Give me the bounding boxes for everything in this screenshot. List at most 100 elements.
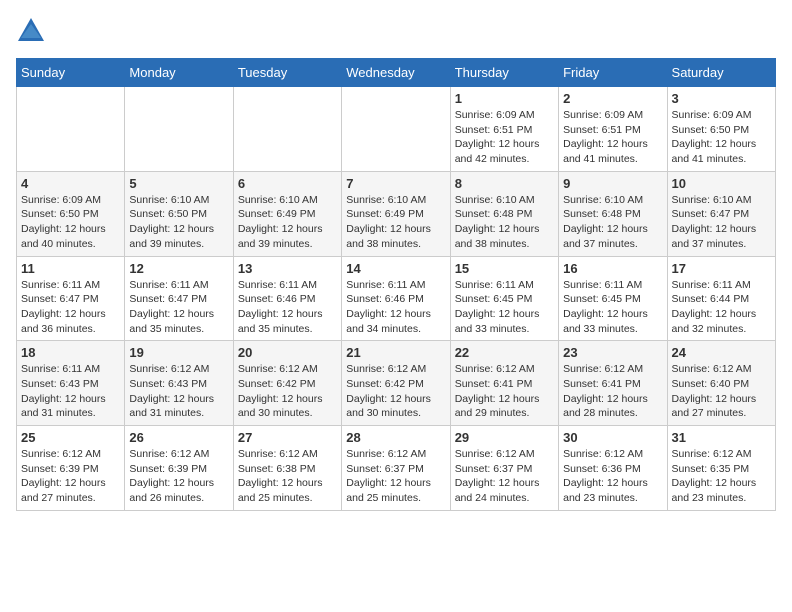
- calendar-cell: 8 Sunrise: 6:10 AM Sunset: 6:48 PM Daylig…: [450, 171, 558, 256]
- calendar-cell: 11 Sunrise: 6:11 AM Sunset: 6:47 PM Dayli…: [17, 256, 125, 341]
- calendar-cell: 29 Sunrise: 6:12 AM Sunset: 6:37 PM Dayli…: [450, 426, 558, 511]
- calendar-cell: 25 Sunrise: 6:12 AM Sunset: 6:39 PM Dayli…: [17, 426, 125, 511]
- day-number: 16: [563, 261, 662, 276]
- day-info: Sunrise: 6:10 AM Sunset: 6:47 PM Dayligh…: [672, 193, 771, 252]
- page-header: [16, 16, 776, 46]
- calendar-cell: 19Sunrise: 6:12 AM Sunset: 6:43 PM Dayli…: [125, 341, 233, 426]
- day-number: 10: [672, 176, 771, 191]
- day-info: Sunrise: 6:10 AM Sunset: 6:50 PM Dayligh…: [129, 193, 228, 252]
- logo: [16, 16, 50, 46]
- calendar-cell: 4 Sunrise: 6:09 AM Sunset: 6:50 PM Daylig…: [17, 171, 125, 256]
- calendar-cell: 12 Sunrise: 6:11 AM Sunset: 6:47 PM Dayli…: [125, 256, 233, 341]
- day-info: Sunrise: 6:11 AM Sunset: 6:45 PM Dayligh…: [563, 278, 662, 337]
- day-number: 22: [455, 345, 554, 360]
- calendar-cell: 31 Sunrise: 6:12 AM Sunset: 6:35 PM Dayli…: [667, 426, 775, 511]
- day-number: 28: [346, 430, 445, 445]
- calendar-cell: 18 Sunrise: 6:11 AM Sunset: 6:43 PM Dayli…: [17, 341, 125, 426]
- day-of-week-header: Thursday: [450, 59, 558, 87]
- day-of-week-header: Wednesday: [342, 59, 450, 87]
- day-number: 20: [238, 345, 337, 360]
- calendar-cell: [17, 87, 125, 172]
- day-info: Sunrise: 6:11 AM Sunset: 6:43 PM Dayligh…: [21, 362, 120, 421]
- day-number: 6: [238, 176, 337, 191]
- day-info: Sunrise: 6:10 AM Sunset: 6:49 PM Dayligh…: [238, 193, 337, 252]
- calendar-cell: 9 Sunrise: 6:10 AM Sunset: 6:48 PM Daylig…: [559, 171, 667, 256]
- calendar-cell: 16 Sunrise: 6:11 AM Sunset: 6:45 PM Dayli…: [559, 256, 667, 341]
- calendar-cell: 17 Sunrise: 6:11 AM Sunset: 6:44 PM Dayli…: [667, 256, 775, 341]
- day-number: 8: [455, 176, 554, 191]
- calendar-cell: 7 Sunrise: 6:10 AM Sunset: 6:49 PM Daylig…: [342, 171, 450, 256]
- day-number: 4: [21, 176, 120, 191]
- day-number: 2: [563, 91, 662, 106]
- calendar-cell: 21Sunrise: 6:12 AM Sunset: 6:42 PM Dayli…: [342, 341, 450, 426]
- day-number: 18: [21, 345, 120, 360]
- calendar-cell: [125, 87, 233, 172]
- day-number: 24: [672, 345, 771, 360]
- calendar-week-row: 11 Sunrise: 6:11 AM Sunset: 6:47 PM Dayli…: [17, 256, 776, 341]
- day-info: Sunrise: 6:12 AM Sunset: 6:37 PM Dayligh…: [455, 447, 554, 506]
- calendar-cell: 30 Sunrise: 6:12 AM Sunset: 6:36 PM Dayli…: [559, 426, 667, 511]
- day-number: 17: [672, 261, 771, 276]
- calendar-cell: 28Sunrise: 6:12 AM Sunset: 6:37 PM Dayli…: [342, 426, 450, 511]
- calendar-cell: 2 Sunrise: 6:09 AM Sunset: 6:51 PM Daylig…: [559, 87, 667, 172]
- calendar-cell: 20 Sunrise: 6:12 AM Sunset: 6:42 PM Dayli…: [233, 341, 341, 426]
- day-info: Sunrise: 6:12 AM Sunset: 6:39 PM Dayligh…: [21, 447, 120, 506]
- calendar-cell: 6 Sunrise: 6:10 AM Sunset: 6:49 PM Daylig…: [233, 171, 341, 256]
- day-info: Sunrise: 6:09 AM Sunset: 6:50 PM Dayligh…: [21, 193, 120, 252]
- day-number: 9: [563, 176, 662, 191]
- day-of-week-header: Tuesday: [233, 59, 341, 87]
- calendar-week-row: 1 Sunrise: 6:09 AM Sunset: 6:51 PM Daylig…: [17, 87, 776, 172]
- day-info: Sunrise: 6:11 AM Sunset: 6:47 PM Dayligh…: [21, 278, 120, 337]
- day-of-week-header: Friday: [559, 59, 667, 87]
- day-number: 12: [129, 261, 228, 276]
- day-info: Sunrise: 6:09 AM Sunset: 6:51 PM Dayligh…: [563, 108, 662, 167]
- day-info: Sunrise: 6:11 AM Sunset: 6:45 PM Dayligh…: [455, 278, 554, 337]
- calendar-cell: [342, 87, 450, 172]
- day-number: 23: [563, 345, 662, 360]
- day-info: Sunrise: 6:12 AM Sunset: 6:36 PM Dayligh…: [563, 447, 662, 506]
- day-info: Sunrise: 6:12 AM Sunset: 6:41 PM Dayligh…: [563, 362, 662, 421]
- day-info: Sunrise: 6:12 AM Sunset: 6:35 PM Dayligh…: [672, 447, 771, 506]
- day-number: 29: [455, 430, 554, 445]
- calendar-cell: 27 Sunrise: 6:12 AM Sunset: 6:38 PM Dayli…: [233, 426, 341, 511]
- day-info: Sunrise: 6:10 AM Sunset: 6:48 PM Dayligh…: [455, 193, 554, 252]
- day-info: Sunrise: 6:12 AM Sunset: 6:42 PM Dayligh…: [238, 362, 337, 421]
- calendar-table: SundayMondayTuesdayWednesdayThursdayFrid…: [16, 58, 776, 511]
- day-of-week-header: Sunday: [17, 59, 125, 87]
- calendar-cell: 13 Sunrise: 6:11 AM Sunset: 6:46 PM Dayli…: [233, 256, 341, 341]
- day-of-week-header: Monday: [125, 59, 233, 87]
- calendar-cell: 14Sunrise: 6:11 AM Sunset: 6:46 PM Dayli…: [342, 256, 450, 341]
- day-number: 21: [346, 345, 445, 360]
- day-number: 11: [21, 261, 120, 276]
- day-info: Sunrise: 6:12 AM Sunset: 6:39 PM Dayligh…: [129, 447, 228, 506]
- day-info: Sunrise: 6:10 AM Sunset: 6:49 PM Dayligh…: [346, 193, 445, 252]
- day-info: Sunrise: 6:09 AM Sunset: 6:51 PM Dayligh…: [455, 108, 554, 167]
- day-number: 19: [129, 345, 228, 360]
- day-number: 25: [21, 430, 120, 445]
- calendar-cell: 15 Sunrise: 6:11 AM Sunset: 6:45 PM Dayli…: [450, 256, 558, 341]
- day-number: 31: [672, 430, 771, 445]
- day-info: Sunrise: 6:12 AM Sunset: 6:40 PM Dayligh…: [672, 362, 771, 421]
- calendar-week-row: 18 Sunrise: 6:11 AM Sunset: 6:43 PM Dayli…: [17, 341, 776, 426]
- calendar-cell: 26Sunrise: 6:12 AM Sunset: 6:39 PM Dayli…: [125, 426, 233, 511]
- day-info: Sunrise: 6:11 AM Sunset: 6:47 PM Dayligh…: [129, 278, 228, 337]
- day-number: 7: [346, 176, 445, 191]
- day-number: 27: [238, 430, 337, 445]
- calendar-cell: [233, 87, 341, 172]
- day-number: 1: [455, 91, 554, 106]
- day-number: 30: [563, 430, 662, 445]
- day-number: 13: [238, 261, 337, 276]
- calendar-cell: 10 Sunrise: 6:10 AM Sunset: 6:47 PM Dayli…: [667, 171, 775, 256]
- day-number: 15: [455, 261, 554, 276]
- calendar-cell: 1 Sunrise: 6:09 AM Sunset: 6:51 PM Daylig…: [450, 87, 558, 172]
- calendar-week-row: 4 Sunrise: 6:09 AM Sunset: 6:50 PM Daylig…: [17, 171, 776, 256]
- day-info: Sunrise: 6:10 AM Sunset: 6:48 PM Dayligh…: [563, 193, 662, 252]
- day-of-week-header: Saturday: [667, 59, 775, 87]
- day-info: Sunrise: 6:11 AM Sunset: 6:44 PM Dayligh…: [672, 278, 771, 337]
- calendar-week-row: 25 Sunrise: 6:12 AM Sunset: 6:39 PM Dayli…: [17, 426, 776, 511]
- day-info: Sunrise: 6:11 AM Sunset: 6:46 PM Dayligh…: [238, 278, 337, 337]
- day-number: 5: [129, 176, 228, 191]
- day-info: Sunrise: 6:09 AM Sunset: 6:50 PM Dayligh…: [672, 108, 771, 167]
- calendar-cell: 22Sunrise: 6:12 AM Sunset: 6:41 PM Dayli…: [450, 341, 558, 426]
- day-info: Sunrise: 6:12 AM Sunset: 6:38 PM Dayligh…: [238, 447, 337, 506]
